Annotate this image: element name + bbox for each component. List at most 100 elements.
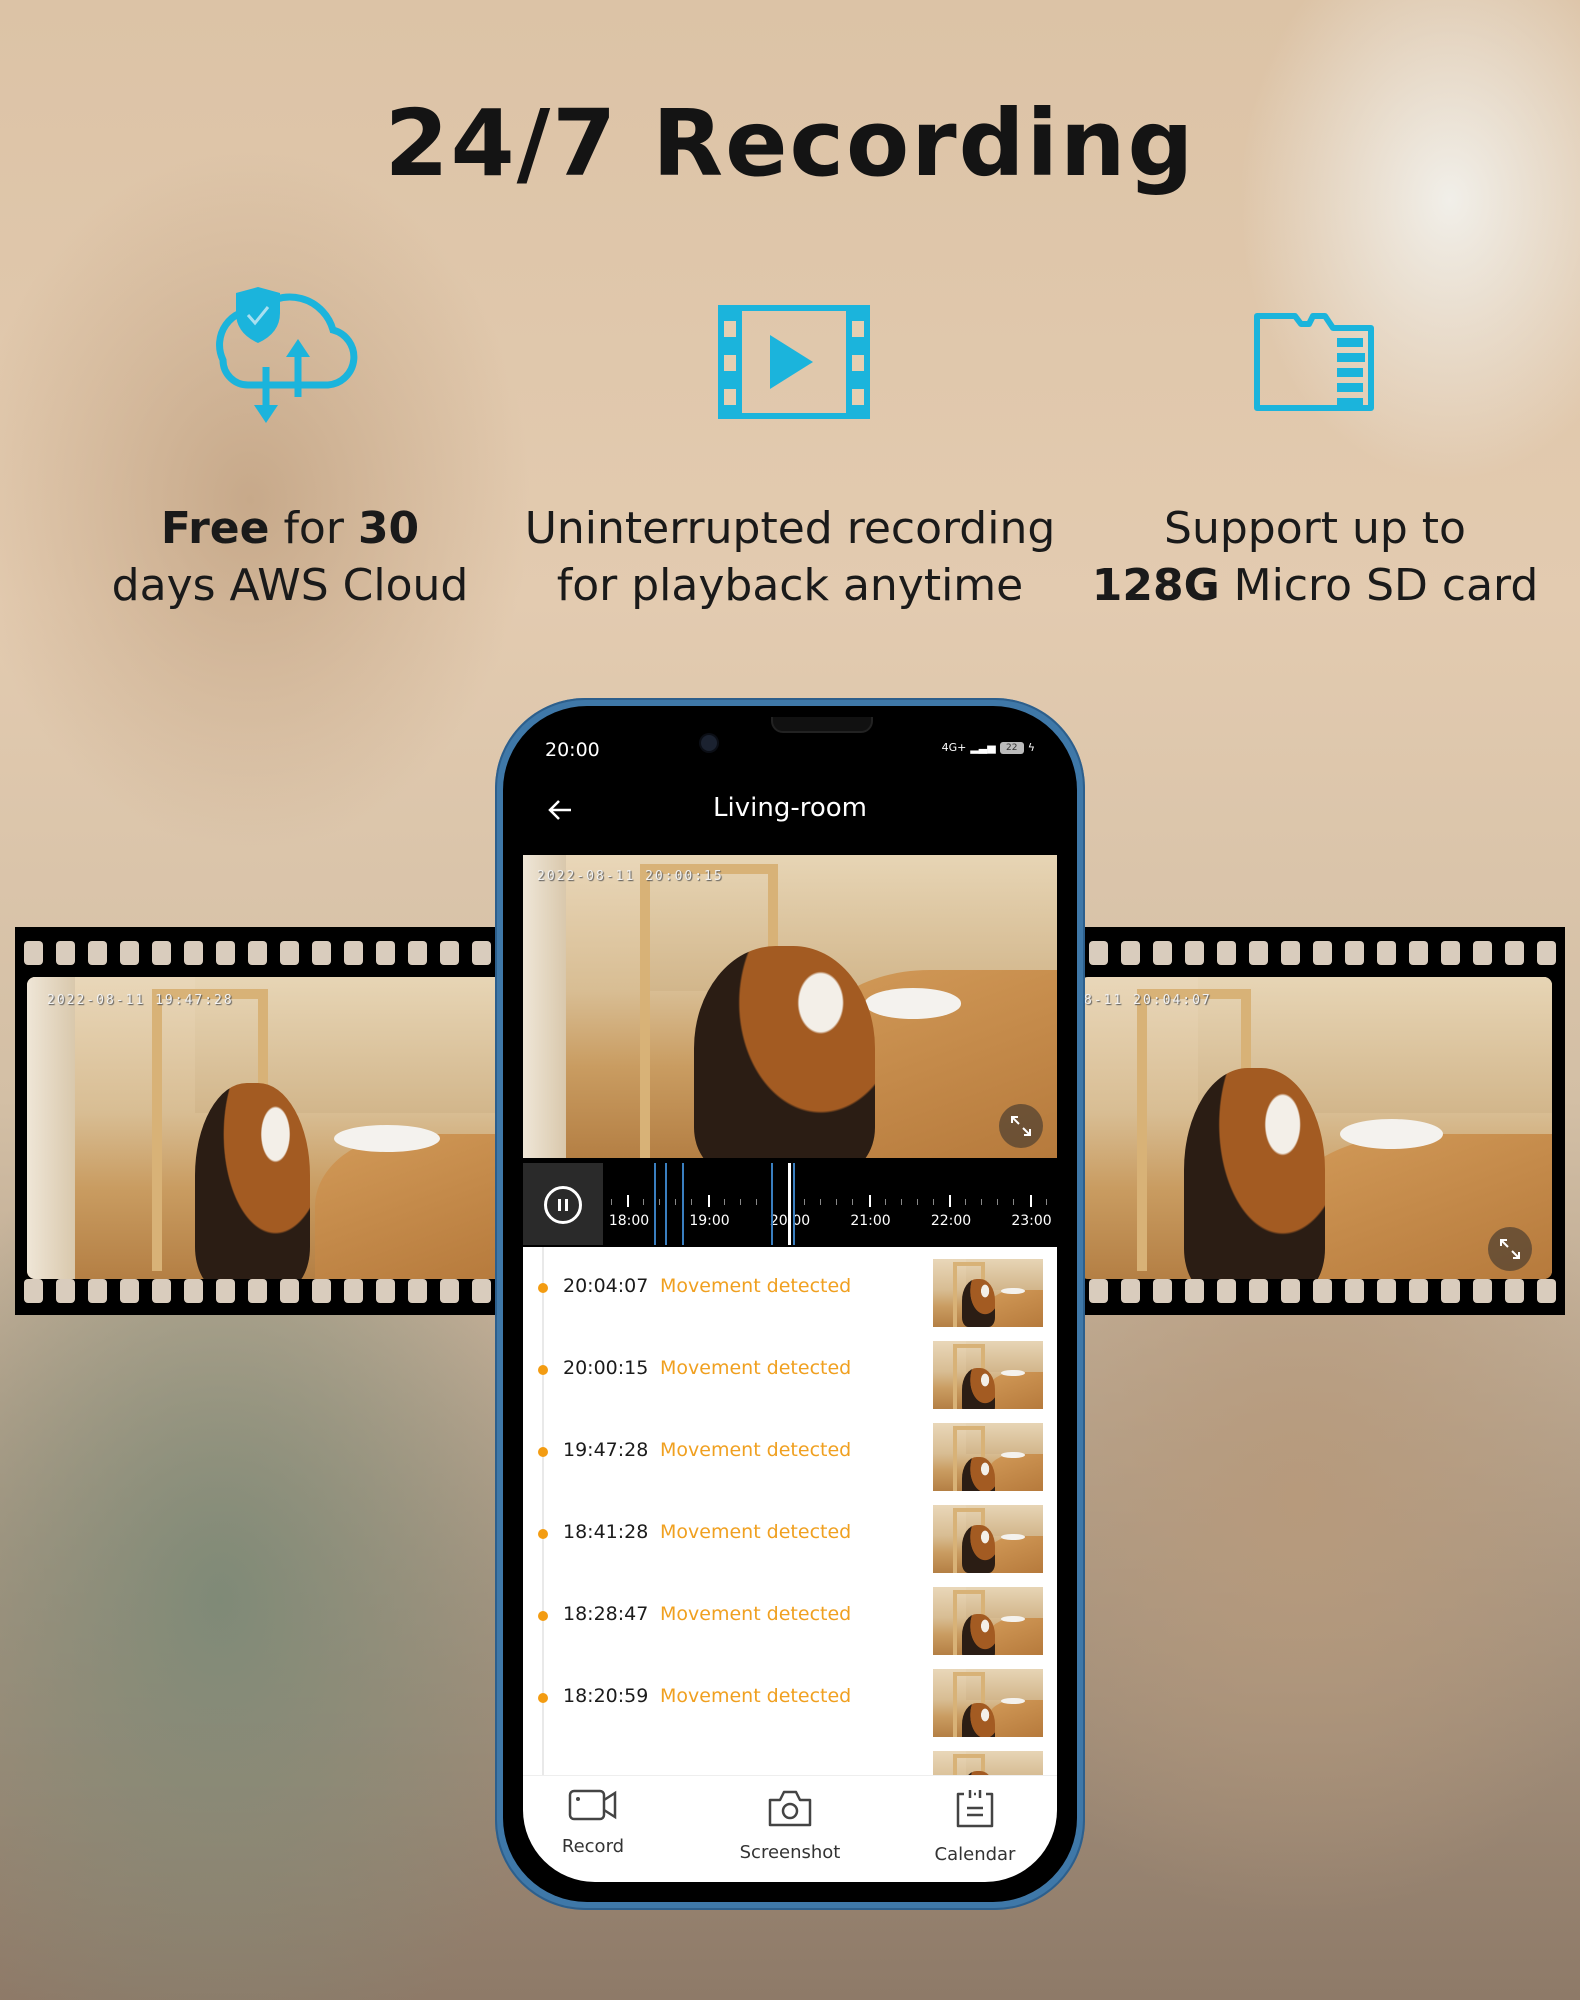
film-perforation [1153, 941, 1172, 965]
film-perforation [1537, 941, 1556, 965]
event-dot [538, 1447, 548, 1457]
record-button[interactable]: Record [523, 1788, 663, 1857]
battery-icon: 22 [999, 741, 1024, 754]
timeline-minor-tick [965, 1199, 967, 1205]
event-time: 19:47:28 [563, 1439, 649, 1461]
film-perforation [1249, 941, 1268, 965]
fullscreen-button[interactable] [999, 1104, 1043, 1148]
film-frame-right: 8-11 20:04:07 [1080, 977, 1552, 1279]
event-time: 18:41:28 [563, 1521, 649, 1543]
event-list-item[interactable]: 20:04:07 Movement detected [523, 1253, 1057, 1327]
film-perforation [1377, 941, 1396, 965]
timeline-minor-tick [675, 1199, 677, 1205]
event-label: Movement detected [660, 1603, 852, 1625]
timeline-playhead[interactable] [788, 1163, 791, 1245]
timeline-hour-label: 23:00 [1011, 1213, 1052, 1229]
timeline-event-marker[interactable] [770, 1163, 773, 1245]
timeline-minor-tick [723, 1199, 725, 1205]
event-thumbnail[interactable] [933, 1505, 1043, 1573]
film-perforation [312, 1279, 331, 1303]
feature-cloud-days: 30 [357, 503, 420, 554]
film-perforation [1345, 1279, 1364, 1303]
event-thumbnail[interactable] [933, 1423, 1043, 1491]
camera-snapshot [1080, 977, 1552, 1279]
recording-timeline[interactable]: 18:0019:0020:0021:0022:0023:00 [523, 1163, 1057, 1245]
timeline-event-marker[interactable] [653, 1163, 656, 1245]
camera-name-title: Living-room [713, 793, 867, 823]
fullscreen-button[interactable] [1488, 1227, 1532, 1271]
page-title: 24/7 Recording [384, 90, 1196, 197]
timeline-minor-tick [643, 1199, 645, 1205]
timeline-hour-label: 18:00 [608, 1213, 650, 1229]
timeline-minor-tick [836, 1199, 838, 1205]
timeline-minor-tick [932, 1199, 934, 1205]
timeline-minor-tick [884, 1199, 886, 1205]
timeline-minor-tick [804, 1199, 806, 1205]
event-dot [538, 1611, 548, 1621]
film-perforation [1441, 1279, 1460, 1303]
film-perforation [1217, 1279, 1236, 1303]
event-dot [538, 1529, 548, 1539]
pause-button-area[interactable] [523, 1163, 603, 1245]
film-perforation [1249, 1279, 1268, 1303]
front-camera [701, 735, 717, 751]
film-perforation [440, 1279, 459, 1303]
feature-cloud-line2: days AWS Cloud [111, 560, 469, 611]
event-label: Movement detected [660, 1357, 852, 1379]
video-film-play-icon [718, 305, 870, 419]
signal-icon: ▂▃▅ [970, 741, 996, 754]
camera-icon [768, 1790, 812, 1827]
timeline-event-marker[interactable] [664, 1163, 667, 1245]
timeline-minor-tick [981, 1199, 983, 1205]
event-list-item[interactable]: 20:00:15 Movement detected [523, 1335, 1057, 1409]
timeline-minor-tick [610, 1199, 612, 1205]
pause-icon[interactable] [544, 1186, 582, 1224]
feature-recording-text: Uninterrupted recording for playback any… [500, 500, 1080, 614]
event-thumbnail[interactable] [933, 1587, 1043, 1655]
cloud-shield-upload-download-icon [216, 287, 358, 423]
film-perforation [280, 941, 299, 965]
timeline-major-tick [868, 1195, 871, 1207]
screenshot-label: Screenshot [739, 1842, 841, 1863]
timeline-minor-tick [755, 1199, 757, 1205]
video-timestamp: 2022-08-11 20:00:15 [537, 869, 724, 884]
film-perforation [376, 1279, 395, 1303]
film-perforation [24, 1279, 43, 1303]
event-list-item[interactable]: 18:41:28 Movement detected [523, 1499, 1057, 1573]
timeline-minor-tick [1013, 1199, 1015, 1205]
event-time: 18:20:59 [563, 1685, 649, 1707]
charging-icon: ϟ [1027, 741, 1035, 754]
event-list-item[interactable]: 18:28:47 Movement detected [523, 1581, 1057, 1655]
timeline-minor-tick [820, 1199, 822, 1205]
film-perforation [152, 1279, 171, 1303]
event-list-item[interactable]: 18:20:59 Movement detected [523, 1663, 1057, 1737]
calendar-button[interactable]: Calendar [905, 1788, 1045, 1865]
event-list[interactable]: 20:04:07 Movement detected 20:00:15 Movemen… [523, 1247, 1057, 1775]
film-perforation [1089, 941, 1108, 965]
timeline-event-marker[interactable] [682, 1163, 684, 1245]
timeline-hour-label: 19:00 [689, 1213, 730, 1229]
event-thumbnail[interactable] [933, 1259, 1043, 1327]
event-thumbnail[interactable] [933, 1669, 1043, 1737]
film-perforation [472, 1279, 491, 1303]
film-perforation [1089, 1279, 1108, 1303]
film-perforation [152, 941, 171, 965]
event-thumbnail[interactable] [933, 1751, 1043, 1775]
video-camera-icon [568, 1789, 617, 1821]
film-perforation [1473, 941, 1492, 965]
feature-recording-line1: Uninterrupted recording [524, 503, 1056, 554]
timeline-event-marker[interactable] [793, 1163, 796, 1245]
event-list-item[interactable]: 19:47:28 Movement detected [523, 1417, 1057, 1491]
film-perforation [344, 1279, 363, 1303]
timeline-hour-label: 21:00 [850, 1213, 891, 1229]
timeline-minor-tick [1045, 1199, 1047, 1205]
event-list-item[interactable] [523, 1745, 1057, 1775]
event-time: 20:00:15 [563, 1357, 649, 1379]
film-perforation [312, 941, 331, 965]
video-player[interactable]: 2022-08-11 20:00:15 [523, 855, 1057, 1158]
film-strip-right: 8-11 20:04:07 [1080, 927, 1565, 1315]
screenshot-button[interactable]: Screenshot [720, 1788, 860, 1863]
film-perforation [216, 1279, 235, 1303]
film-perforation [88, 941, 107, 965]
event-thumbnail[interactable] [933, 1341, 1043, 1409]
